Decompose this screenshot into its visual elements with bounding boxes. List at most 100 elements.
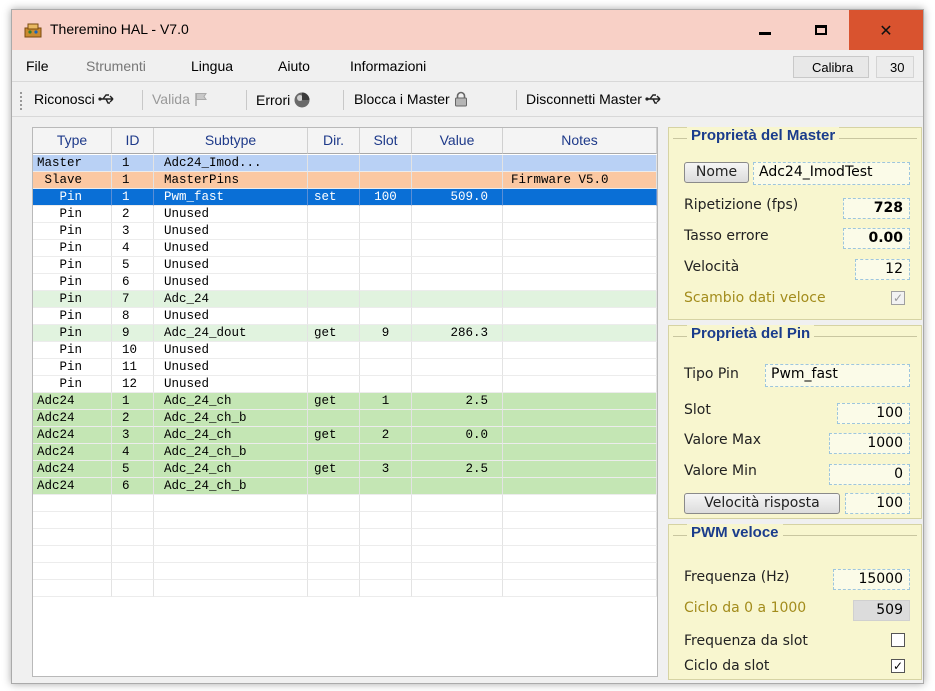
max-value-field[interactable]: 1000 xyxy=(829,433,910,454)
cell-notes xyxy=(503,325,657,342)
empty-table-row[interactable] xyxy=(33,580,657,597)
table-row[interactable]: Pin 4 Unused xyxy=(33,240,657,257)
cell-notes xyxy=(503,189,657,206)
table-row[interactable]: Adc24 4 Adc_24_ch_b xyxy=(33,444,657,461)
nome-button[interactable]: Nome xyxy=(684,162,749,183)
cell-slot xyxy=(360,308,412,325)
response-speed-button[interactable]: Velocità risposta xyxy=(684,493,840,514)
cell-notes xyxy=(503,563,657,580)
menu-lingua[interactable]: Lingua xyxy=(191,58,233,74)
cell-type: Pin xyxy=(33,325,112,342)
table-row[interactable]: Adc24 3 Adc_24_ch get 2 0.0 xyxy=(33,427,657,444)
cell-notes xyxy=(503,461,657,478)
empty-table-row[interactable] xyxy=(33,512,657,529)
cell-slot: 1 xyxy=(360,393,412,410)
cell-id: 5 xyxy=(112,257,154,274)
cell-value xyxy=(412,359,503,376)
cell-value: 509.0 xyxy=(412,189,503,206)
frequency-value[interactable]: 15000 xyxy=(833,569,910,590)
calibra-button[interactable]: Calibra xyxy=(793,56,869,78)
app-window: Theremino HAL - V7.0 ✕ File Strumenti Li… xyxy=(11,9,924,684)
table-row[interactable]: Pin 11 Unused xyxy=(33,359,657,376)
column-header-dir[interactable]: Dir. xyxy=(308,128,360,154)
column-header-slot[interactable]: Slot xyxy=(360,128,412,154)
cell-id: 5 xyxy=(112,461,154,478)
column-header-notes[interactable]: Notes xyxy=(503,128,657,154)
cell-notes xyxy=(503,393,657,410)
menu-informazioni[interactable]: Informazioni xyxy=(350,58,426,74)
empty-table-row[interactable] xyxy=(33,546,657,563)
menu-aiuto[interactable]: Aiuto xyxy=(278,58,310,74)
table-row[interactable]: Adc24 1 Adc_24_ch get 1 2.5 xyxy=(33,393,657,410)
cell-notes xyxy=(503,308,657,325)
table-row[interactable]: Pin 5 Unused xyxy=(33,257,657,274)
menu-strumenti[interactable]: Strumenti xyxy=(86,58,146,74)
maximize-button[interactable] xyxy=(793,10,849,50)
table-row[interactable]: Pin 12 Unused xyxy=(33,376,657,393)
cell-slot xyxy=(360,172,412,189)
slot-value[interactable]: 100 xyxy=(837,403,910,424)
column-header-id[interactable]: ID xyxy=(112,128,154,154)
cell-subtype xyxy=(154,495,308,512)
column-header-type[interactable]: Type xyxy=(33,128,112,154)
frequency-from-slot-checkbox[interactable] xyxy=(891,633,905,647)
cell-value: 2.5 xyxy=(412,393,503,410)
table-row[interactable]: Adc24 6 Adc_24_ch_b xyxy=(33,478,657,495)
min-value-field[interactable]: 0 xyxy=(829,464,910,485)
pins-table[interactable]: Type ID Subtype Dir. Slot Value Notes Ma… xyxy=(32,127,658,677)
cell-subtype: Unused xyxy=(154,206,308,223)
cell-type: Pin xyxy=(33,359,112,376)
riconosci-button[interactable]: Riconosci xyxy=(34,91,116,107)
table-row[interactable]: Pin 8 Unused xyxy=(33,308,657,325)
response-speed-value[interactable]: 100 xyxy=(845,493,910,514)
close-button[interactable]: ✕ xyxy=(849,10,923,50)
blocca-master-button[interactable]: Blocca i Master xyxy=(354,91,469,107)
pin-type-field[interactable]: Pwm_fast xyxy=(765,364,910,387)
cell-slot xyxy=(360,546,412,563)
table-row[interactable]: Pin 1 Pwm_fast set 100 509.0 xyxy=(33,189,657,206)
table-row[interactable]: Pin 6 Unused xyxy=(33,274,657,291)
cell-type: Pin xyxy=(33,291,112,308)
fast-exchange-checkbox[interactable]: ✓ xyxy=(891,291,905,305)
column-header-subtype[interactable]: Subtype xyxy=(154,128,308,154)
cell-id: 3 xyxy=(112,427,154,444)
calibra-value[interactable]: 30 xyxy=(876,56,914,78)
cell-type: Master xyxy=(33,155,112,172)
menu-file[interactable]: File xyxy=(26,58,49,74)
cycle-label: Ciclo da 0 a 1000 xyxy=(684,600,807,616)
cell-notes xyxy=(503,359,657,376)
title-bar[interactable]: Theremino HAL - V7.0 ✕ xyxy=(12,10,923,50)
usb-icon xyxy=(645,94,661,104)
table-row[interactable]: Pin 3 Unused xyxy=(33,223,657,240)
empty-table-row[interactable] xyxy=(33,495,657,512)
cell-id xyxy=(112,580,154,597)
errori-button[interactable]: Errori xyxy=(256,91,311,109)
valida-button[interactable]: Valida xyxy=(152,91,209,107)
cycle-from-slot-checkbox[interactable]: ✓ xyxy=(891,659,905,673)
table-row[interactable]: Slave 1 MasterPins Firmware V5.0 xyxy=(33,172,657,189)
table-row[interactable]: Pin 9 Adc_24_dout get 9 286.3 xyxy=(33,325,657,342)
table-row[interactable]: Pin 2 Unused xyxy=(33,206,657,223)
disconnetti-master-button[interactable]: Disconnetti Master xyxy=(526,91,663,107)
empty-table-row[interactable] xyxy=(33,563,657,580)
master-name-field[interactable]: Adc24_ImodTest xyxy=(753,162,910,185)
minimize-button[interactable] xyxy=(737,10,793,50)
cell-id: 9 xyxy=(112,325,154,342)
table-row[interactable]: Adc24 2 Adc_24_ch_b xyxy=(33,410,657,427)
cell-slot: 9 xyxy=(360,325,412,342)
column-header-value[interactable]: Value xyxy=(412,128,503,154)
cell-subtype: Unused xyxy=(154,223,308,240)
table-row[interactable]: Pin 10 Unused xyxy=(33,342,657,359)
cell-notes xyxy=(503,495,657,512)
cell-id xyxy=(112,529,154,546)
empty-table-row[interactable] xyxy=(33,529,657,546)
speed-value[interactable]: 12 xyxy=(855,259,910,280)
cell-value xyxy=(412,308,503,325)
table-row[interactable]: Pin 7 Adc_24 xyxy=(33,291,657,308)
cell-dir xyxy=(308,580,360,597)
cell-notes xyxy=(503,410,657,427)
cell-notes xyxy=(503,223,657,240)
cell-id: 3 xyxy=(112,223,154,240)
table-row[interactable]: Adc24 5 Adc_24_ch get 3 2.5 xyxy=(33,461,657,478)
table-row[interactable]: Master 1 Adc24_Imod... xyxy=(33,155,657,172)
